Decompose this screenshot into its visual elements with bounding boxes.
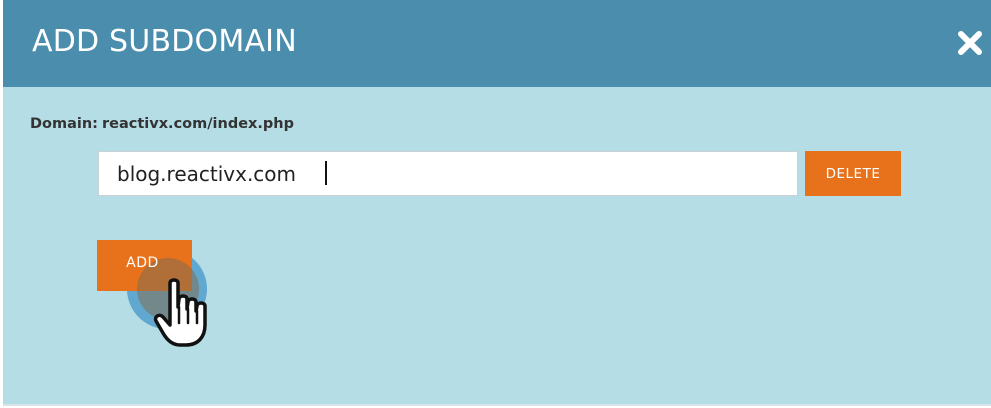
domain-info: Domain: reactivx.com/index.php	[30, 116, 298, 132]
text-caret	[325, 161, 327, 185]
add-subdomain-dialog: ADD SUBDOMAIN	[3, 0, 991, 406]
dialog-title: ADD SUBDOMAIN	[32, 24, 297, 59]
dialog-header: ADD SUBDOMAIN	[3, 0, 991, 87]
domain-value: reactivx.com/index.php	[101, 116, 294, 132]
domain-label: Domain:	[30, 116, 98, 132]
add-button-label: ADD	[126, 254, 159, 271]
subdomain-input[interactable]	[98, 151, 798, 196]
delete-button[interactable]: DELETE	[805, 151, 901, 196]
close-icon[interactable]	[955, 28, 985, 58]
add-button[interactable]: ADD	[97, 240, 192, 291]
